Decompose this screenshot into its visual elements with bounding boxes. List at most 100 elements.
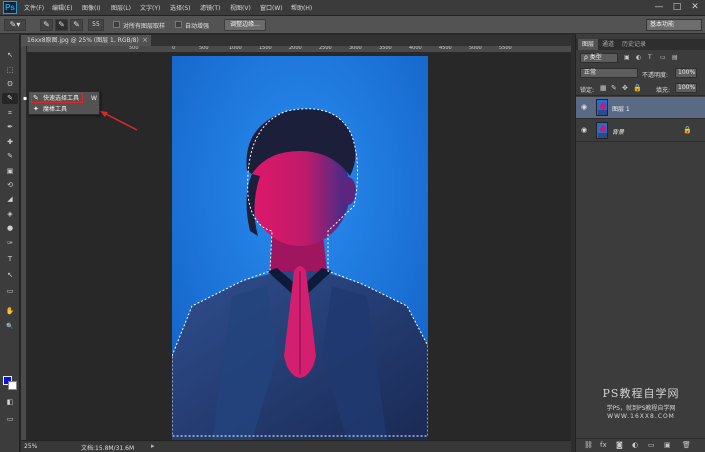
canvas-area[interactable] <box>27 53 571 440</box>
stamp-tool-icon[interactable]: ▣ <box>2 166 18 177</box>
opacity-input[interactable]: 100% <box>675 68 697 78</box>
menu-filter[interactable]: 滤镜(T) <box>200 3 220 12</box>
history-brush-tool-icon[interactable]: ⟲ <box>2 180 18 191</box>
document-photo[interactable] <box>172 56 428 440</box>
visibility-eye-icon[interactable]: ◉ <box>581 103 587 111</box>
layer-name[interactable]: 图层 1 <box>612 104 630 113</box>
new-selection-icon[interactable]: ✎ <box>40 19 53 31</box>
blur-tool-icon[interactable]: ● <box>2 223 18 234</box>
auto-enhance-label: 自动增强 <box>185 23 210 30</box>
eraser-tool-icon[interactable]: ◢ <box>2 194 18 205</box>
flyout-item-label: 快速选择工具 <box>43 95 80 102</box>
path-selection-tool-icon[interactable]: ↖ <box>2 270 18 281</box>
ruler-label: 2500 <box>319 46 332 51</box>
ruler-label: 3000 <box>349 46 362 51</box>
layer-row[interactable]: ◉ 图层 1 <box>576 97 705 119</box>
brush-tool-icon[interactable]: ✎ <box>2 151 18 162</box>
lock-all-icon[interactable]: 🔒 <box>633 84 642 92</box>
menu-select[interactable]: 选择(S) <box>170 3 191 12</box>
layers-panel-footer: ⛓ fx ◙ ◐ ▭ ▣ 🗑 <box>576 438 705 452</box>
menu-layer[interactable]: 图层(L) <box>111 3 131 12</box>
zoom-level[interactable]: 25% <box>24 443 37 450</box>
gradient-tool-icon[interactable]: ◈ <box>2 209 18 220</box>
adjustment-layer-icon[interactable]: ◐ <box>632 441 638 449</box>
tools-panel: ↖ ⬚ ʘ ✎ ⌗ ✒ ✚ ✎ ▣ ⟲ ◢ ◈ ● ✑ T ↖ ▭ ✋ 🔍 ◧ … <box>0 34 20 452</box>
layer-row[interactable]: ◉ 背景 🔒 <box>576 120 705 142</box>
ruler-label: 1000 <box>229 46 242 51</box>
tab-layers[interactable]: 图层 <box>578 39 599 50</box>
blend-mode-select[interactable]: 正常 <box>580 68 638 78</box>
add-mask-icon[interactable]: ◙ <box>616 441 623 449</box>
menu-type[interactable]: 文字(Y) <box>140 3 160 12</box>
lock-transparent-icon[interactable]: ▦ <box>600 84 607 92</box>
filter-type-icon[interactable]: T <box>648 54 652 61</box>
minimize-icon[interactable]: — <box>652 2 666 13</box>
lock-position-icon[interactable]: ✥ <box>622 84 628 92</box>
menu-file[interactable]: 文件(F) <box>24 3 44 12</box>
background-color-swatch[interactable] <box>8 381 17 390</box>
visibility-eye-icon[interactable]: ◉ <box>581 126 587 134</box>
menu-view[interactable]: 视图(V) <box>230 3 251 12</box>
flyout-item-quick-selection[interactable]: ▪ ✎ 快速选择工具 W <box>23 93 101 104</box>
workspace-select[interactable]: 基本功能 <box>646 19 702 31</box>
sample-all-layers-checkbox[interactable] <box>113 21 120 28</box>
add-to-selection-icon[interactable]: ✎ <box>55 19 68 31</box>
auto-enhance-checkbox[interactable] <box>175 21 182 28</box>
photoshop-logo: Ps <box>3 1 17 14</box>
quick-mask-icon[interactable]: ◧ <box>2 397 18 408</box>
fill-input[interactable]: 100% <box>675 83 697 93</box>
screen-mode-icon[interactable]: ▭ <box>2 414 18 425</box>
ruler-label: 1500 <box>259 46 272 51</box>
brush-size-picker[interactable]: 55 <box>88 19 104 31</box>
quick-selection-tool-icon[interactable]: ✎ <box>2 93 18 104</box>
layers-list: ◉ 图层 1 ◉ 背景 🔒 <box>576 95 705 435</box>
ruler-label: 4000 <box>409 46 422 51</box>
marquee-tool-icon[interactable]: ⬚ <box>2 65 18 76</box>
layer-style-icon[interactable]: fx <box>600 441 607 449</box>
menu-image[interactable]: 图像(I) <box>82 3 100 12</box>
flyout-item-label: 魔棒工具 <box>43 106 68 113</box>
filter-smart-object-icon[interactable]: ▤ <box>672 54 678 61</box>
filter-pixel-icon[interactable]: ▣ <box>624 54 630 61</box>
filter-adjustment-icon[interactable]: ◐ <box>636 54 641 61</box>
rectangle-tool-icon[interactable]: ▭ <box>2 286 18 297</box>
subtract-selection-icon[interactable]: ✎ <box>70 19 83 31</box>
status-menu-arrow-icon[interactable]: ▸ <box>151 442 155 450</box>
layer-name[interactable]: 背景 <box>612 127 624 136</box>
refine-edge-button[interactable]: 调整边缘... <box>224 19 266 31</box>
link-layers-icon[interactable]: ⛓ <box>584 441 593 449</box>
tab-channels[interactable]: 通道 <box>598 39 618 50</box>
document-tab[interactable]: 16xx8原图.jpg @ 25% (图层 1, RGB/8) × <box>21 35 151 46</box>
watermark-title: PS教程自学网 <box>602 387 680 400</box>
panel-tabs: 图层 通道 历史记录 <box>576 39 705 50</box>
document-tab-title: 16xx8原图.jpg @ 25% (图层 1, RGB/8) <box>27 37 139 44</box>
healing-brush-tool-icon[interactable]: ✚ <box>2 137 18 148</box>
lasso-tool-icon[interactable]: ʘ <box>2 79 18 90</box>
tool-flyout-menu: ▪ ✎ 快速选择工具 W ✦ 魔棒工具 <box>23 91 101 115</box>
flyout-item-magic-wand[interactable]: ✦ 魔棒工具 <box>29 104 101 115</box>
tab-history[interactable]: 历史记录 <box>618 39 650 50</box>
menu-help[interactable]: 帮助(H) <box>291 3 312 12</box>
maximize-icon[interactable]: □ <box>670 2 684 13</box>
pen-tool-icon[interactable]: ✑ <box>2 238 18 249</box>
close-tab-icon[interactable]: × <box>142 35 148 46</box>
layer-thumbnail <box>596 99 608 116</box>
close-icon[interactable]: ✕ <box>688 2 702 13</box>
new-group-icon[interactable]: ▭ <box>648 441 655 449</box>
menu-bar: Ps 文件(F) 编辑(E) 图像(I) 图层(L) 文字(Y) 选择(S) 滤… <box>0 0 705 16</box>
lock-pixels-icon[interactable]: ✎ <box>611 84 617 92</box>
crop-tool-icon[interactable]: ⌗ <box>2 108 18 119</box>
menu-window[interactable]: 窗口(W) <box>260 3 283 12</box>
zoom-tool-icon[interactable]: 🔍 <box>2 321 18 332</box>
move-tool-icon[interactable]: ↖ <box>2 50 18 61</box>
type-tool-icon[interactable]: T <box>2 254 18 265</box>
hand-tool-icon[interactable]: ✋ <box>2 306 18 317</box>
filter-shape-icon[interactable]: ▭ <box>660 54 666 61</box>
new-layer-icon[interactable]: ▣ <box>664 441 671 449</box>
eyedropper-tool-icon[interactable]: ✒ <box>2 122 18 133</box>
delete-layer-icon[interactable]: 🗑 <box>682 441 691 449</box>
lock-label: 锁定: <box>580 87 595 94</box>
menu-edit[interactable]: 编辑(E) <box>52 3 72 12</box>
layer-filter-select[interactable]: ρ 类型 <box>580 53 618 63</box>
tool-preset-picker[interactable]: ✎▾ <box>4 19 26 31</box>
